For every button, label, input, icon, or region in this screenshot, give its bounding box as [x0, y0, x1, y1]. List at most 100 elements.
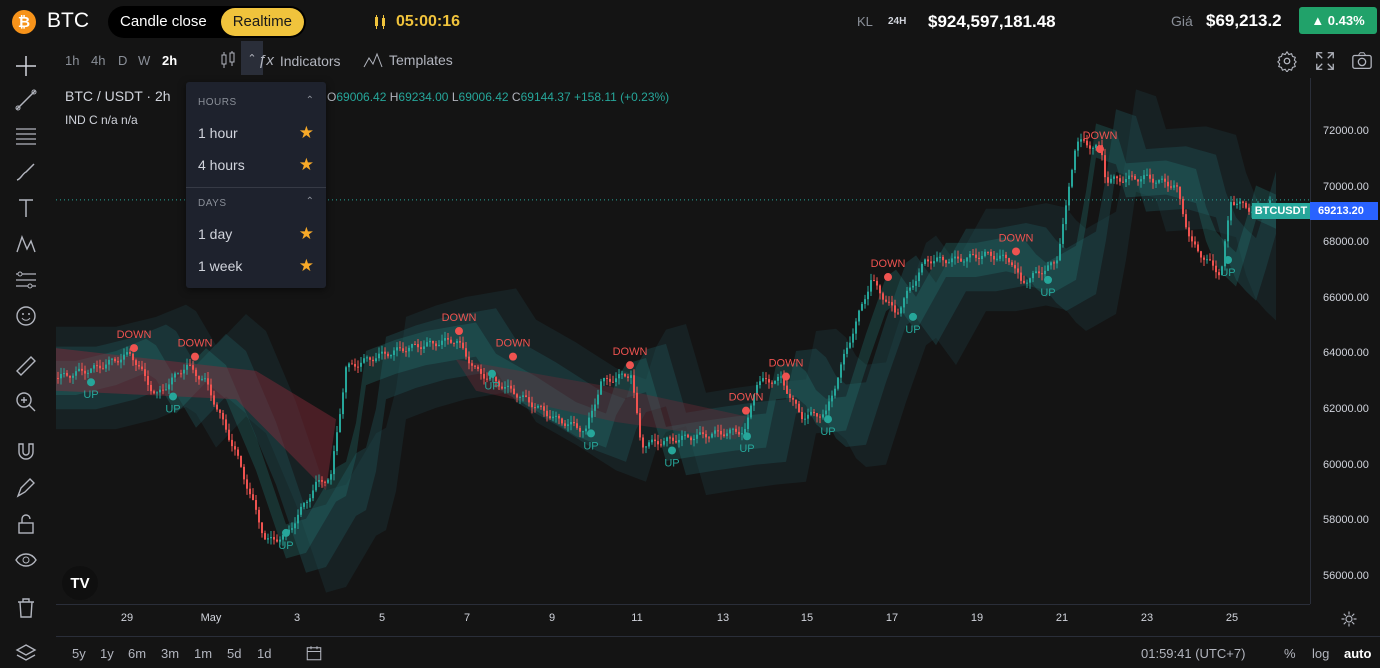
candle-body [735, 428, 737, 432]
templates-button[interactable]: Templates [363, 52, 453, 68]
menu-item-1-week[interactable]: 1 week ★ [186, 250, 326, 282]
range-6m[interactable]: 6m [128, 646, 146, 661]
candle-body [699, 432, 701, 435]
candle-body [687, 434, 689, 438]
timeframe-d[interactable]: D [118, 53, 127, 68]
signal-dot-down [455, 327, 463, 336]
candle-body [345, 367, 347, 393]
candle-body [333, 451, 335, 475]
magnet-icon[interactable] [14, 440, 38, 464]
candles-icon[interactable] [219, 50, 237, 70]
candle-body [501, 386, 503, 389]
candle-body [174, 373, 176, 378]
percent-toggle[interactable]: % [1284, 646, 1296, 661]
pattern-icon[interactable] [14, 232, 38, 256]
range-1m[interactable]: 1m [194, 646, 212, 661]
section-hours[interactable]: HOURS [198, 97, 237, 108]
layers-icon[interactable] [14, 642, 38, 666]
section-days[interactable]: DAYS [198, 198, 227, 209]
indicators-label: Indicators [279, 52, 341, 69]
mode-toggle[interactable]: Candle close Realtime [108, 6, 306, 38]
candle-body [1188, 227, 1190, 237]
candle-body [975, 254, 977, 258]
chevron-up-icon[interactable]: ⌃ [306, 95, 314, 106]
candle-body [75, 371, 77, 376]
timeframe-w[interactable]: W [138, 53, 150, 68]
range-5y[interactable]: 5y [72, 646, 86, 661]
menu-item-label: 1 hour [198, 125, 238, 141]
candle-body [912, 285, 914, 288]
range-1d[interactable]: 1d [257, 646, 271, 661]
signal-label-down: DOWN [769, 358, 804, 370]
goto-date-icon[interactable] [305, 644, 323, 662]
candle-body [576, 423, 578, 428]
camera-icon[interactable] [1351, 50, 1373, 72]
candle-body [489, 377, 491, 380]
fib-icon[interactable] [14, 124, 38, 148]
clock-time[interactable]: 01:59:41 (UTC+7) [1141, 646, 1245, 661]
candle-body [651, 439, 653, 443]
change-badge: ▲ 0.43% [1299, 7, 1377, 34]
lock-drawing-icon[interactable] [14, 476, 38, 500]
price-axis[interactable]: 72000.00 70000.00 68000.00 66000.00 64000.00… [1310, 78, 1380, 604]
range-1y[interactable]: 1y [100, 646, 114, 661]
forecast-icon[interactable] [14, 268, 38, 292]
axis-settings-icon[interactable] [1340, 610, 1358, 628]
candle-body [549, 416, 551, 419]
fullscreen-icon[interactable] [1314, 50, 1336, 72]
candle-body [714, 430, 716, 434]
star-icon[interactable]: ★ [299, 117, 314, 149]
ruler-icon[interactable] [14, 354, 38, 378]
candle-body [93, 365, 95, 369]
candle-body [810, 411, 812, 415]
menu-item-label: 4 hours [198, 157, 245, 173]
signal-label-down: DOWN [999, 232, 1034, 244]
mode-candle-close[interactable]: Candle close [108, 8, 219, 36]
zoom-icon[interactable] [14, 390, 38, 414]
brush-icon[interactable] [14, 160, 38, 184]
candle-body [312, 490, 314, 499]
star-icon[interactable]: ★ [299, 250, 314, 282]
settings-gear-icon[interactable] [1276, 50, 1298, 72]
price-tick: 62000.00 [1323, 403, 1369, 415]
menu-item-1-hour[interactable]: 1 hour ★ [186, 117, 326, 149]
range-5d[interactable]: 5d [227, 646, 241, 661]
price-label: Giá [1171, 13, 1193, 29]
timeframe-4h[interactable]: 4h [91, 53, 105, 68]
auto-toggle[interactable]: auto [1344, 646, 1371, 661]
star-icon[interactable]: ★ [299, 149, 314, 181]
crosshair-icon[interactable] [14, 54, 38, 78]
indicators-button[interactable]: ƒx Indicators [258, 52, 341, 69]
tradingview-logo[interactable]: TV [62, 566, 98, 600]
time-axis[interactable]: 29 May 3 5 7 9 11 13 15 17 19 21 23 25 [56, 604, 1310, 634]
timeframe-1h[interactable]: 1h [65, 53, 79, 68]
range-3m[interactable]: 3m [161, 646, 179, 661]
menu-item-1-day[interactable]: 1 day ★ [186, 218, 326, 250]
lock-icon[interactable] [14, 512, 38, 536]
candle-body [108, 359, 110, 365]
candle-body [540, 405, 542, 407]
star-icon[interactable]: ★ [299, 218, 314, 250]
trash-icon[interactable] [14, 596, 38, 620]
chevron-up-icon[interactable]: ⌃ [306, 196, 314, 207]
mode-realtime[interactable]: Realtime [220, 8, 304, 36]
candle-body [1170, 186, 1172, 188]
text-icon[interactable] [14, 196, 38, 220]
coin-symbol[interactable]: BTC [47, 9, 89, 33]
candle-body [156, 392, 158, 394]
candle-body [864, 299, 866, 304]
candle-body [1200, 251, 1202, 258]
candle-body [795, 399, 797, 404]
candle-body [711, 433, 713, 438]
candle-body [660, 444, 662, 446]
candle-body [204, 378, 206, 380]
log-toggle[interactable]: log [1312, 646, 1329, 661]
timeframe-2h[interactable]: 2h [162, 53, 177, 68]
trend-line-icon[interactable] [14, 88, 38, 112]
signal-dot-up [587, 429, 595, 438]
menu-item-4-hours[interactable]: 4 hours ★ [186, 149, 326, 181]
candle-body [318, 480, 320, 482]
eye-icon[interactable] [14, 548, 38, 572]
candle-body [369, 357, 371, 360]
emoji-icon[interactable] [14, 304, 38, 328]
